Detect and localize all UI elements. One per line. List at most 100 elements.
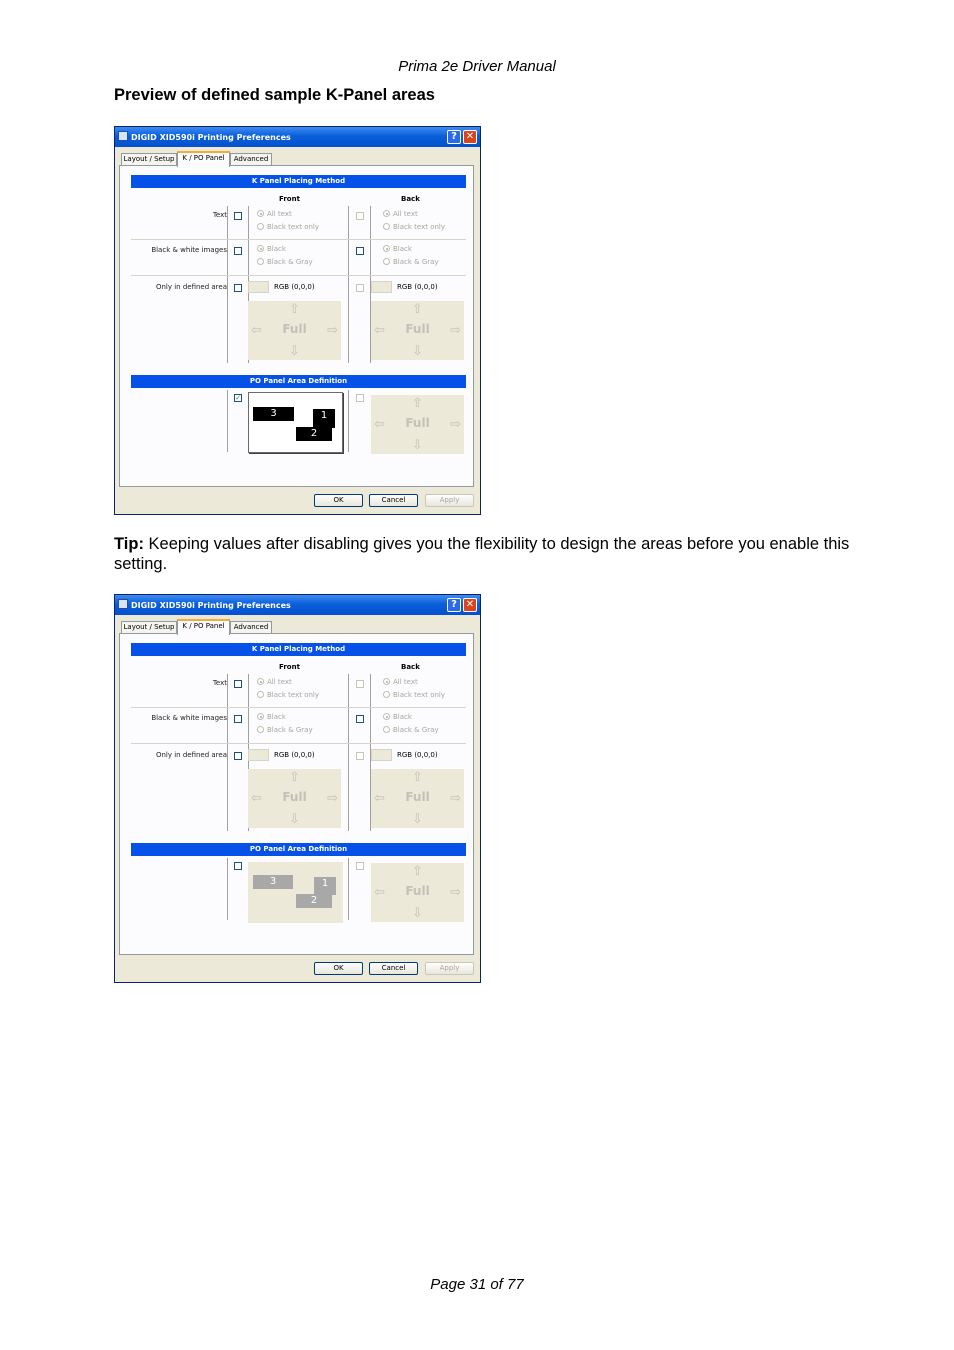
- front-area-checkbox[interactable]: [234, 752, 242, 760]
- front-text-checkbox[interactable]: [234, 212, 242, 220]
- front-area-checkbox[interactable]: [234, 284, 242, 292]
- dialog-titlebar: DIGID XID590i Printing Preferences ? ✕: [115, 127, 480, 147]
- ok-button[interactable]: OK: [314, 494, 363, 507]
- front-text-checkbox[interactable]: [234, 680, 242, 688]
- tab-advanced[interactable]: Advanced: [230, 153, 272, 165]
- tab-layout-setup[interactable]: Layout / Setup: [121, 153, 177, 165]
- back-bw-checkbox[interactable]: [356, 715, 364, 723]
- arrow-down-icon: ⇩: [412, 906, 423, 921]
- back-black-text-only-radio[interactable]: Black text only: [383, 691, 445, 700]
- front-po-area-preview: 3 1 2: [248, 392, 343, 453]
- arrow-right-icon: ⇨: [450, 323, 461, 338]
- area-2: 2: [296, 894, 332, 908]
- back-all-text-radio[interactable]: All text: [383, 210, 418, 219]
- back-area-checkbox[interactable]: [356, 284, 364, 292]
- back-black-text-only-label: Black text only: [393, 691, 446, 699]
- preferences-dialog-po-disabled: DIGID XID590i Printing Preferences ? ✕ L…: [114, 594, 481, 983]
- front-black-text-only-label: Black text only: [267, 223, 320, 231]
- back-area-checkbox[interactable]: [356, 752, 364, 760]
- front-area-preview: ⇧ ⇦ Full ⇨ ⇩: [248, 769, 341, 828]
- manual-title: Prima 2e Driver Manual: [398, 58, 556, 75]
- area-3: 3: [253, 407, 294, 421]
- cancel-button[interactable]: Cancel: [369, 962, 418, 975]
- tab-page: K Panel Placing Method Front Back Text A…: [119, 165, 474, 487]
- back-black-radio[interactable]: Black: [383, 245, 412, 254]
- back-rgb-value: RGB (0,0,0): [397, 283, 438, 291]
- back-color-swatch[interactable]: [371, 749, 392, 761]
- back-text-checkbox[interactable]: [356, 680, 364, 688]
- arrow-right-icon: ⇨: [450, 885, 461, 900]
- front-column-header: Front: [279, 195, 300, 203]
- front-black-text-only-radio[interactable]: Black text only: [257, 223, 319, 232]
- front-color-swatch[interactable]: [248, 281, 269, 293]
- back-area-preview: ⇧ ⇦ Full ⇨ ⇩: [371, 769, 464, 828]
- front-po-checkbox[interactable]: [234, 862, 242, 870]
- front-bw-checkbox[interactable]: [234, 715, 242, 723]
- area-1: 1: [314, 877, 336, 895]
- back-black-gray-radio[interactable]: Black & Gray: [383, 726, 439, 735]
- front-black-gray-label: Black & Gray: [267, 726, 313, 734]
- help-button[interactable]: ?: [447, 598, 461, 612]
- page-footer: Page 31 of 77: [430, 1276, 524, 1293]
- back-po-checkbox[interactable]: [356, 862, 364, 870]
- k-panel-section-bar: K Panel Placing Method: [131, 175, 466, 188]
- back-black-text-only-radio[interactable]: Black text only: [383, 223, 445, 232]
- help-button[interactable]: ?: [447, 130, 461, 144]
- front-black-gray-radio[interactable]: Black & Gray: [257, 258, 313, 267]
- tab-page: K Panel Placing Method Front Back Text A…: [119, 633, 474, 955]
- area-1: 1: [313, 409, 335, 428]
- tab-k-po-panel[interactable]: K / PO Panel: [177, 151, 230, 167]
- k-panel-section-bar: K Panel Placing Method: [131, 643, 466, 656]
- back-bw-checkbox[interactable]: [356, 247, 364, 255]
- close-button[interactable]: ✕: [463, 130, 477, 144]
- back-po-area-preview: ⇧ ⇦ Full ⇨ ⇩: [371, 395, 464, 454]
- front-black-text-only-radio[interactable]: Black text only: [257, 691, 319, 700]
- middle-divider: [348, 206, 349, 363]
- front-black-text-only-label: Black text only: [267, 691, 320, 699]
- front-all-text-radio[interactable]: All text: [257, 678, 292, 687]
- front-all-text-radio[interactable]: All text: [257, 210, 292, 219]
- middle-divider: [348, 674, 349, 831]
- back-po-area-preview: ⇧ ⇦ Full ⇨ ⇩: [371, 863, 464, 922]
- front-black-gray-label: Black & Gray: [267, 258, 313, 266]
- front-rgb-value: RGB (0,0,0): [274, 283, 315, 291]
- close-button[interactable]: ✕: [463, 598, 477, 612]
- tab-layout-setup[interactable]: Layout / Setup: [121, 621, 177, 633]
- apply-button[interactable]: Apply: [425, 962, 474, 975]
- front-color-swatch[interactable]: [248, 749, 269, 761]
- ok-button[interactable]: OK: [314, 962, 363, 975]
- tab-k-po-panel[interactable]: K / PO Panel: [177, 619, 230, 635]
- arrow-down-icon: ⇩: [412, 812, 423, 827]
- cancel-button[interactable]: Cancel: [369, 494, 418, 507]
- front-black-gray-radio[interactable]: Black & Gray: [257, 726, 313, 735]
- dialog-title: DIGID XID590i Printing Preferences: [131, 133, 291, 142]
- back-po-checkbox[interactable]: [356, 394, 364, 402]
- arrow-down-icon: ⇩: [412, 344, 423, 359]
- front-bw-checkbox[interactable]: [234, 247, 242, 255]
- back-black-gray-radio[interactable]: Black & Gray: [383, 258, 439, 267]
- back-color-swatch[interactable]: [371, 281, 392, 293]
- back-black-gray-label: Black & Gray: [393, 258, 439, 266]
- back-all-text-radio[interactable]: All text: [383, 678, 418, 687]
- front-rgb-value: RGB (0,0,0): [274, 751, 315, 759]
- apply-button[interactable]: Apply: [425, 494, 474, 507]
- back-black-gray-label: Black & Gray: [393, 726, 439, 734]
- front-po-area-preview: 3 1 2: [248, 862, 343, 923]
- preferences-dialog-po-enabled: DIGID XID590i Printing Preferences ? ✕ L…: [114, 126, 481, 515]
- arrow-up-icon: ⇧: [289, 770, 300, 785]
- back-area-preview: ⇧ ⇦ Full ⇨ ⇩: [371, 301, 464, 360]
- front-black-radio[interactable]: Black: [257, 713, 286, 722]
- left-divider: [227, 674, 228, 831]
- back-black-radio[interactable]: Black: [383, 713, 412, 722]
- arrow-up-icon: ⇧: [289, 302, 300, 317]
- bw-images-row-label: Black & white images: [151, 246, 227, 254]
- front-area-preview: ⇧ ⇦ Full ⇨ ⇩: [248, 301, 341, 360]
- left-divider: [227, 858, 228, 920]
- back-text-checkbox[interactable]: [356, 212, 364, 220]
- tab-advanced[interactable]: Advanced: [230, 621, 272, 633]
- back-rgb-value: RGB (0,0,0): [397, 751, 438, 759]
- front-black-radio[interactable]: Black: [257, 245, 286, 254]
- left-divider: [227, 206, 228, 363]
- tip-paragraph: Tip: Keeping values after disabling give…: [114, 534, 884, 574]
- front-po-checkbox[interactable]: ✓: [234, 394, 242, 402]
